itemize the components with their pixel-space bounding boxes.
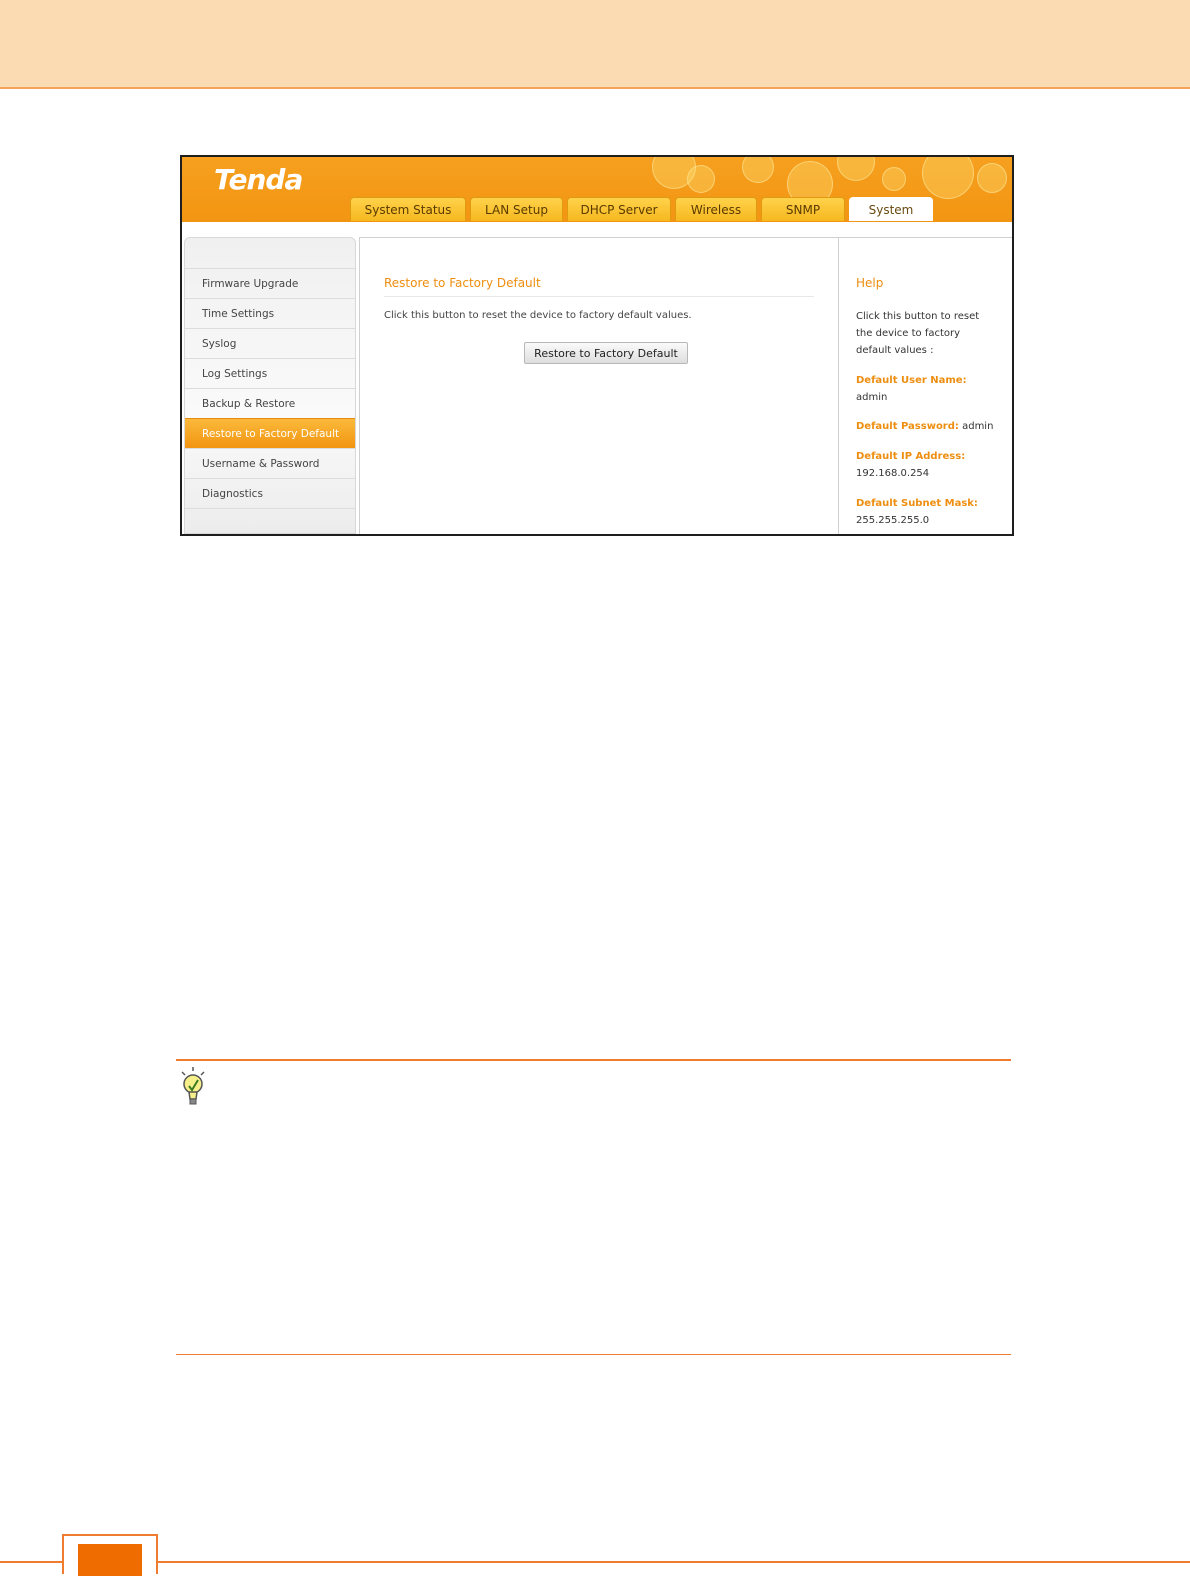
default-ip-label: Default IP Address: (856, 451, 966, 462)
page-number-tab (62, 1534, 158, 1576)
help-title: Help (856, 276, 884, 290)
tab-wireless[interactable]: Wireless (675, 197, 757, 221)
sidebar-divider (185, 508, 355, 534)
tab-dhcp-server[interactable]: DHCP Server (567, 197, 671, 221)
sidebar-item-log-settings[interactable]: Log Settings (185, 358, 355, 388)
main-nav-tabs: System Status LAN Setup DHCP Server Wire… (350, 197, 937, 222)
tenda-logo: Tenda (214, 163, 303, 196)
default-ip-value: 192.168.0.254 (856, 468, 930, 479)
default-subnet-mask-label: Default Subnet Mask: (856, 498, 978, 509)
default-user-name-value: admin (856, 392, 888, 403)
page-title: Restore to Factory Default (384, 276, 814, 297)
tip-box-bottom-rule (176, 1354, 1011, 1355)
banner-bubble (922, 157, 974, 199)
help-default-password: Default Password: admin (856, 418, 996, 435)
tab-lan-setup[interactable]: LAN Setup (470, 197, 563, 221)
help-default-mask: Default Subnet Mask: 255.255.255.0 (856, 495, 996, 529)
banner-bubble (687, 165, 715, 193)
tab-system[interactable]: System (849, 197, 933, 221)
default-password-label: Default Password: (856, 421, 959, 432)
content-panel: Restore to Factory Default Click this bu… (359, 237, 839, 534)
sidebar-item-backup-restore[interactable]: Backup & Restore (185, 388, 355, 418)
banner-bubble (742, 157, 774, 183)
default-user-name-label: Default User Name: (856, 375, 967, 386)
document-page-header (0, 0, 1190, 89)
help-default-ip: Default IP Address: 192.168.0.254 (856, 448, 996, 482)
sidebar-item-time-settings[interactable]: Time Settings (185, 298, 355, 328)
default-password-value: admin (962, 421, 994, 432)
router-banner: Tenda System Status LAN Setup DHCP Serve… (182, 157, 1012, 222)
banner-bubble (837, 157, 875, 181)
sidebar-item-diagnostics[interactable]: Diagnostics (185, 478, 355, 508)
system-sidebar: Firmware Upgrade Time Settings Syslog Lo… (184, 237, 356, 534)
sidebar-item-username-password[interactable]: Username & Password (185, 448, 355, 478)
router-screenshot: Tenda System Status LAN Setup DHCP Serve… (180, 155, 1014, 536)
sidebar-item-firmware-upgrade[interactable]: Firmware Upgrade (185, 268, 355, 298)
footer-rule (0, 1561, 1190, 1563)
restore-factory-default-button[interactable]: Restore to Factory Default (524, 342, 688, 364)
help-panel: Help Click this button to reset the devi… (839, 237, 1012, 534)
banner-bubble (977, 163, 1007, 193)
page-description: Click this button to reset the device to… (384, 310, 692, 321)
lightbulb-tip-icon (181, 1067, 205, 1105)
default-subnet-mask-value: 255.255.255.0 (856, 515, 930, 526)
page-number-tab-fill (78, 1544, 142, 1576)
sidebar-item-restore-factory-default[interactable]: Restore to Factory Default (185, 418, 355, 448)
tip-box-top-rule (176, 1059, 1011, 1061)
sidebar-item-syslog[interactable]: Syslog (185, 328, 355, 358)
tab-system-status[interactable]: System Status (350, 197, 466, 221)
help-intro: Click this button to reset the device to… (856, 311, 980, 356)
help-default-user: Default User Name: admin (856, 372, 996, 406)
banner-bubble (882, 167, 906, 191)
tab-snmp[interactable]: SNMP (761, 197, 845, 221)
